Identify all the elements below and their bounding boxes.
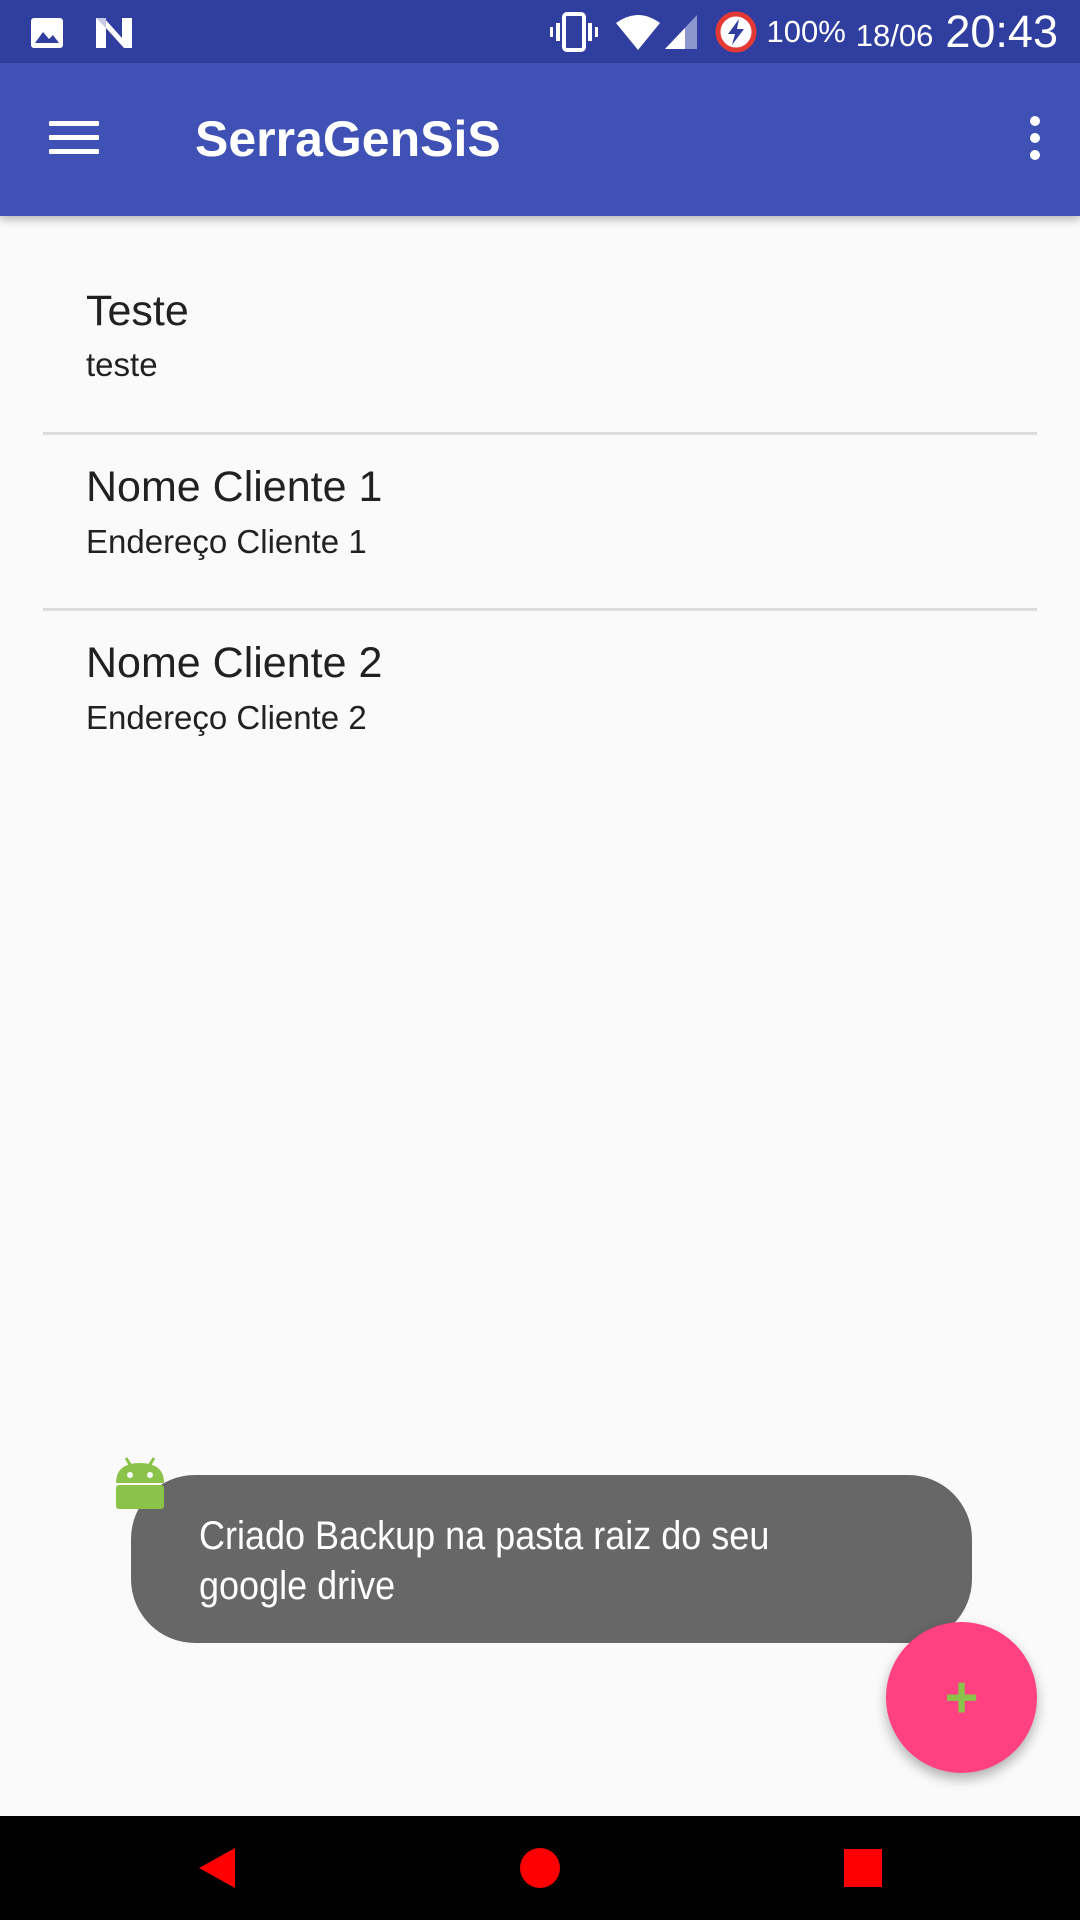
status-bar: 100% 18/06 20:43 [0, 0, 1080, 63]
list-item[interactable]: Teste teste [43, 216, 1037, 432]
back-icon[interactable] [157, 1816, 277, 1920]
signal-icon [663, 13, 699, 51]
image-icon [30, 17, 64, 49]
toast-text: Criado Backup na pasta raiz do seu googl… [199, 1514, 770, 1608]
client-list: Teste teste Nome Cliente 1 Endereço Clie… [43, 216, 1037, 784]
status-date: 18/06 [855, 17, 934, 53]
android-icon [112, 1455, 168, 1511]
plus-icon: + [944, 1664, 979, 1730]
home-icon[interactable] [480, 1816, 600, 1920]
item-title: Nome Cliente 2 [86, 639, 383, 687]
recents-icon[interactable] [803, 1816, 923, 1920]
wifi-icon [615, 13, 661, 51]
list-item[interactable]: Nome Cliente 2 Endereço Cliente 2 [43, 608, 1037, 784]
item-title: Teste [86, 287, 189, 335]
menu-icon[interactable] [45, 113, 105, 163]
app-bar: SerraGenSiS [0, 63, 1080, 216]
list-item[interactable]: Nome Cliente 1 Endereço Cliente 1 [43, 432, 1037, 608]
item-subtitle: Endereço Cliente 1 [86, 523, 367, 560]
app-title: SerraGenSiS [195, 111, 501, 167]
toast-message: Criado Backup na pasta raiz do seu googl… [131, 1475, 972, 1643]
item-subtitle: teste [86, 346, 158, 383]
battery-charging-icon [715, 11, 757, 53]
navigation-bar [0, 1816, 1080, 1920]
more-vert-icon[interactable] [1010, 108, 1060, 168]
item-subtitle: Endereço Cliente 2 [86, 699, 367, 736]
add-button[interactable]: + [886, 1622, 1037, 1773]
battery-percent: 100% [766, 13, 846, 49]
status-time: 20:43 [945, 5, 1058, 57]
item-title: Nome Cliente 1 [86, 463, 383, 511]
vibrate-icon [549, 11, 599, 52]
n-icon [94, 16, 134, 50]
